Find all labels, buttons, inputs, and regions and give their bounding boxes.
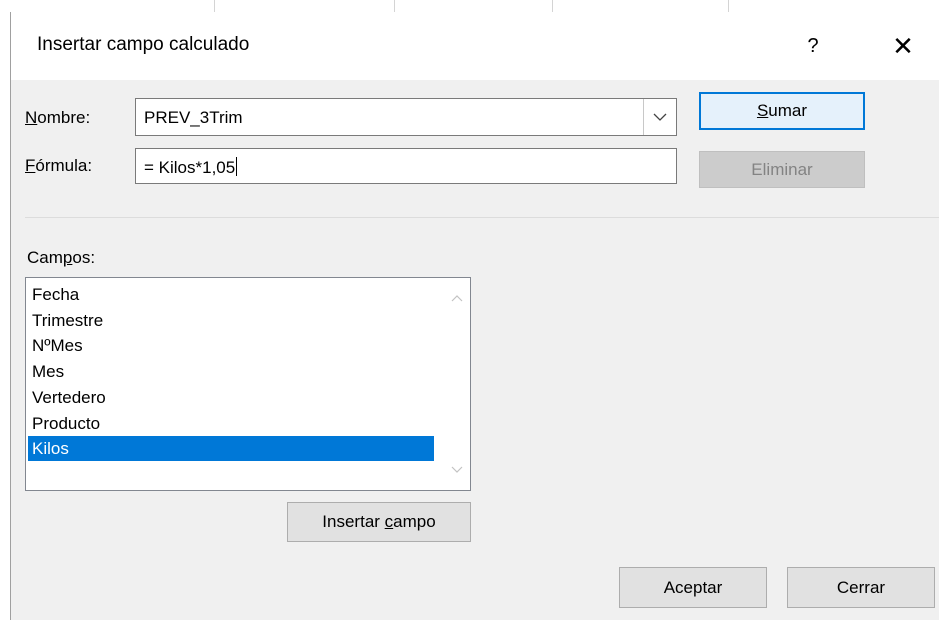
help-button[interactable]: ? (791, 26, 835, 66)
scroll-up-button[interactable] (449, 290, 465, 306)
list-item-selected[interactable]: Kilos (28, 436, 434, 461)
dropdown-button[interactable] (643, 99, 676, 135)
text-caret (236, 157, 238, 176)
grid-line (552, 0, 553, 12)
list-item[interactable]: Fecha (28, 282, 434, 307)
grid-line (214, 0, 215, 12)
grid-line (394, 0, 395, 12)
insert-calculated-field-dialog: Insertar campo calculado ? ✕ Nombre: PRE… (10, 12, 939, 620)
delete-button[interactable]: Eliminar (699, 151, 865, 188)
insert-field-button[interactable]: Insertar campo (287, 502, 471, 542)
fields-label: Campos: (27, 248, 96, 267)
vertical-scrollbar[interactable] (444, 278, 470, 490)
close-icon: ✕ (892, 31, 914, 61)
formula-label: Fórmula: (25, 156, 93, 175)
list-item[interactable]: Trimestre (28, 308, 434, 333)
close-button[interactable]: ✕ (881, 26, 925, 66)
list-item[interactable]: NºMes (28, 333, 434, 358)
scroll-down-button[interactable] (449, 462, 465, 478)
close-dialog-button[interactable]: Cerrar (787, 567, 935, 608)
formula-input[interactable]: = Kilos*1,05 (135, 148, 677, 184)
chevron-down-icon (451, 466, 463, 473)
help-icon: ? (807, 35, 819, 57)
accept-button[interactable]: Aceptar (619, 567, 767, 608)
name-label: Nombre: (25, 108, 91, 127)
chevron-down-icon (653, 113, 667, 121)
dialog-title: Insertar campo calculado (37, 34, 250, 55)
divider (25, 217, 939, 218)
title-bar: Insertar campo calculado ? ✕ (11, 12, 939, 80)
formula-value[interactable]: = Kilos*1,05 (144, 157, 238, 178)
name-value[interactable]: PREV_3Trim (144, 108, 243, 128)
list-item[interactable]: Mes (28, 359, 434, 384)
add-button[interactable]: Sumar (699, 92, 865, 130)
name-combobox[interactable]: PREV_3Trim (135, 98, 677, 136)
grid-line (728, 0, 729, 12)
chevron-up-icon (451, 295, 463, 302)
list-item[interactable]: Vertedero (28, 385, 434, 410)
list-item[interactable]: Producto (28, 411, 434, 436)
fields-listbox[interactable]: Fecha Trimestre NºMes Mes Vertedero Prod… (25, 277, 471, 491)
